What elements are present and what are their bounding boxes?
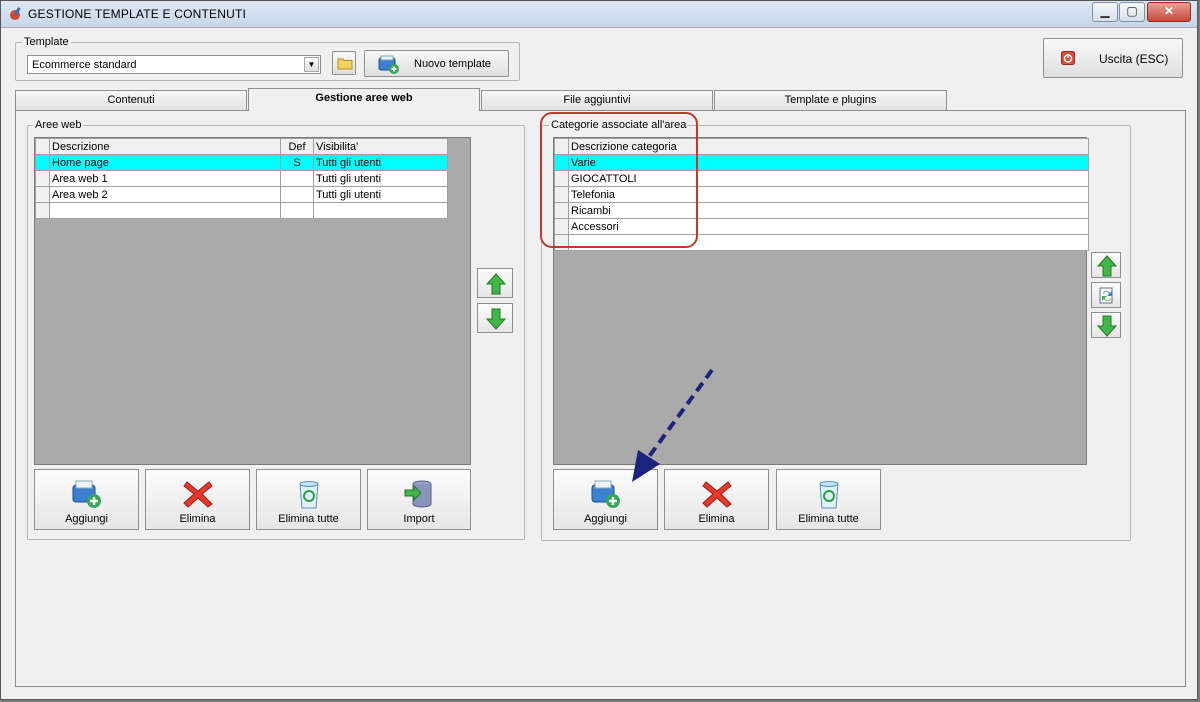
- power-icon: [1061, 51, 1075, 65]
- column-header-descrizione-categoria[interactable]: Descrizione categoria: [568, 138, 1089, 155]
- exit-button[interactable]: Uscita (ESC): [1043, 38, 1183, 78]
- app-icon: [10, 7, 21, 20]
- delete-all-categories-label: Elimina tutte: [798, 513, 859, 525]
- categorie-table: Descrizione categoria Varie GIOCATTOLI T…: [554, 138, 1089, 251]
- add-icon: [72, 480, 101, 508]
- add-icon: [591, 480, 620, 508]
- delete-all-areas-label: Elimina tutte: [278, 513, 339, 525]
- cell-def[interactable]: [280, 186, 314, 203]
- table-row[interactable]: Telefonia: [554, 186, 1089, 203]
- minimize-button[interactable]: ▁: [1092, 2, 1118, 22]
- delete-area-label: Elimina: [179, 513, 216, 525]
- table-header: Descrizione Def Visibilita': [35, 138, 448, 155]
- table-row[interactable]: Area web 1 Tutti gli utenti: [35, 170, 448, 187]
- cell-descrizione-categoria[interactable]: Varie: [568, 154, 1089, 171]
- cell-descrizione[interactable]: Area web 2: [49, 186, 281, 203]
- recycle-bin-icon: [818, 481, 839, 509]
- column-header-def[interactable]: Def: [280, 138, 314, 155]
- template-select[interactable]: Ecommerce standard ▼: [27, 55, 321, 74]
- delete-all-areas-button[interactable]: Elimina tutte: [256, 469, 361, 530]
- delete-area-button[interactable]: Elimina: [145, 469, 250, 530]
- annotation-arrow: [632, 368, 714, 482]
- cell-def[interactable]: S: [280, 154, 314, 171]
- chevron-down-icon[interactable]: ▼: [304, 57, 319, 72]
- table-row[interactable]: Home page S Tutti gli utenti: [35, 154, 448, 171]
- database-import-icon: [404, 480, 432, 508]
- table-row[interactable]: Accessori: [554, 218, 1089, 235]
- table-row[interactable]: Ricambi: [554, 202, 1089, 219]
- move-down-button[interactable]: [477, 303, 513, 333]
- aree-web-label: Aree web: [33, 119, 84, 131]
- add-area-label: Aggiungi: [65, 513, 108, 525]
- table-header: Descrizione categoria: [554, 138, 1089, 155]
- cell-visibilita[interactable]: Tutti gli utenti: [313, 170, 448, 187]
- exit-label: Uscita (ESC): [1099, 52, 1169, 66]
- arrow-down-icon: [1097, 315, 1117, 337]
- delete-all-categories-button[interactable]: Elimina tutte: [776, 469, 881, 530]
- arrow-up-icon: [486, 273, 506, 295]
- recycle-bin-icon: [298, 481, 319, 509]
- cell-visibilita[interactable]: Tutti gli utenti: [313, 154, 448, 171]
- delete-x-icon: [182, 481, 213, 508]
- category-move-down-button[interactable]: [1091, 312, 1121, 338]
- tab-file-aggiuntivi[interactable]: File aggiuntivi: [481, 90, 713, 110]
- table-row-empty[interactable]: [35, 202, 448, 219]
- close-button[interactable]: ✕: [1147, 2, 1191, 22]
- aree-web-table: Descrizione Def Visibilita' Home page S …: [35, 138, 448, 219]
- cell-descrizione-categoria[interactable]: GIOCATTOLI: [568, 170, 1089, 187]
- folder-icon: [337, 58, 353, 70]
- categorie-label: Categorie associate all'area: [549, 119, 689, 131]
- aree-web-grid[interactable]: Descrizione Def Visibilita' Home page S …: [34, 137, 471, 465]
- arrow-down-icon: [486, 308, 506, 330]
- column-header-visibilita[interactable]: Visibilita': [313, 138, 448, 155]
- template-group-label: Template: [22, 36, 71, 48]
- import-label: Import: [403, 513, 435, 525]
- move-up-button[interactable]: [477, 268, 513, 298]
- tab-contenuti[interactable]: Contenuti: [15, 90, 247, 110]
- table-row[interactable]: Area web 2 Tutti gli utenti: [35, 186, 448, 203]
- table-row[interactable]: GIOCATTOLI: [554, 170, 1089, 187]
- category-move-up-button[interactable]: [1091, 252, 1121, 278]
- maximize-button[interactable]: ▢: [1119, 2, 1145, 22]
- cell-descrizione[interactable]: Home page: [49, 154, 281, 171]
- cell-descrizione[interactable]: Area web 1: [49, 170, 281, 187]
- arrow-up-icon: [1097, 255, 1117, 277]
- new-template-button[interactable]: Nuovo template: [364, 50, 509, 77]
- refresh-icon: [1099, 287, 1113, 304]
- tab-template-e-plugins[interactable]: Template e plugins: [714, 90, 947, 110]
- add-category-label: Aggiungi: [584, 513, 627, 525]
- cell-descrizione-categoria[interactable]: Telefonia: [568, 186, 1089, 203]
- table-row-empty[interactable]: [554, 234, 1089, 251]
- window-title: GESTIONE TEMPLATE E CONTENUTI: [28, 7, 247, 21]
- cell-visibilita[interactable]: Tutti gli utenti: [313, 186, 448, 203]
- tab-gestione-aree-web[interactable]: Gestione aree web: [248, 88, 480, 111]
- delete-category-label: Elimina: [698, 513, 735, 525]
- table-row[interactable]: Varie: [554, 154, 1089, 171]
- column-header-descrizione[interactable]: Descrizione: [49, 138, 281, 155]
- new-template-icon: [378, 55, 399, 74]
- add-area-button[interactable]: Aggiungi: [34, 469, 139, 530]
- cell-def[interactable]: [280, 170, 314, 187]
- cell-descrizione-categoria[interactable]: Accessori: [568, 218, 1089, 235]
- new-template-label: Nuovo template: [414, 58, 492, 70]
- category-refresh-button[interactable]: [1091, 282, 1121, 308]
- template-select-value: Ecommerce standard: [32, 59, 137, 71]
- import-button[interactable]: Import: [367, 469, 471, 530]
- cell-descrizione-categoria[interactable]: Ricambi: [568, 202, 1089, 219]
- open-folder-button[interactable]: [332, 51, 356, 75]
